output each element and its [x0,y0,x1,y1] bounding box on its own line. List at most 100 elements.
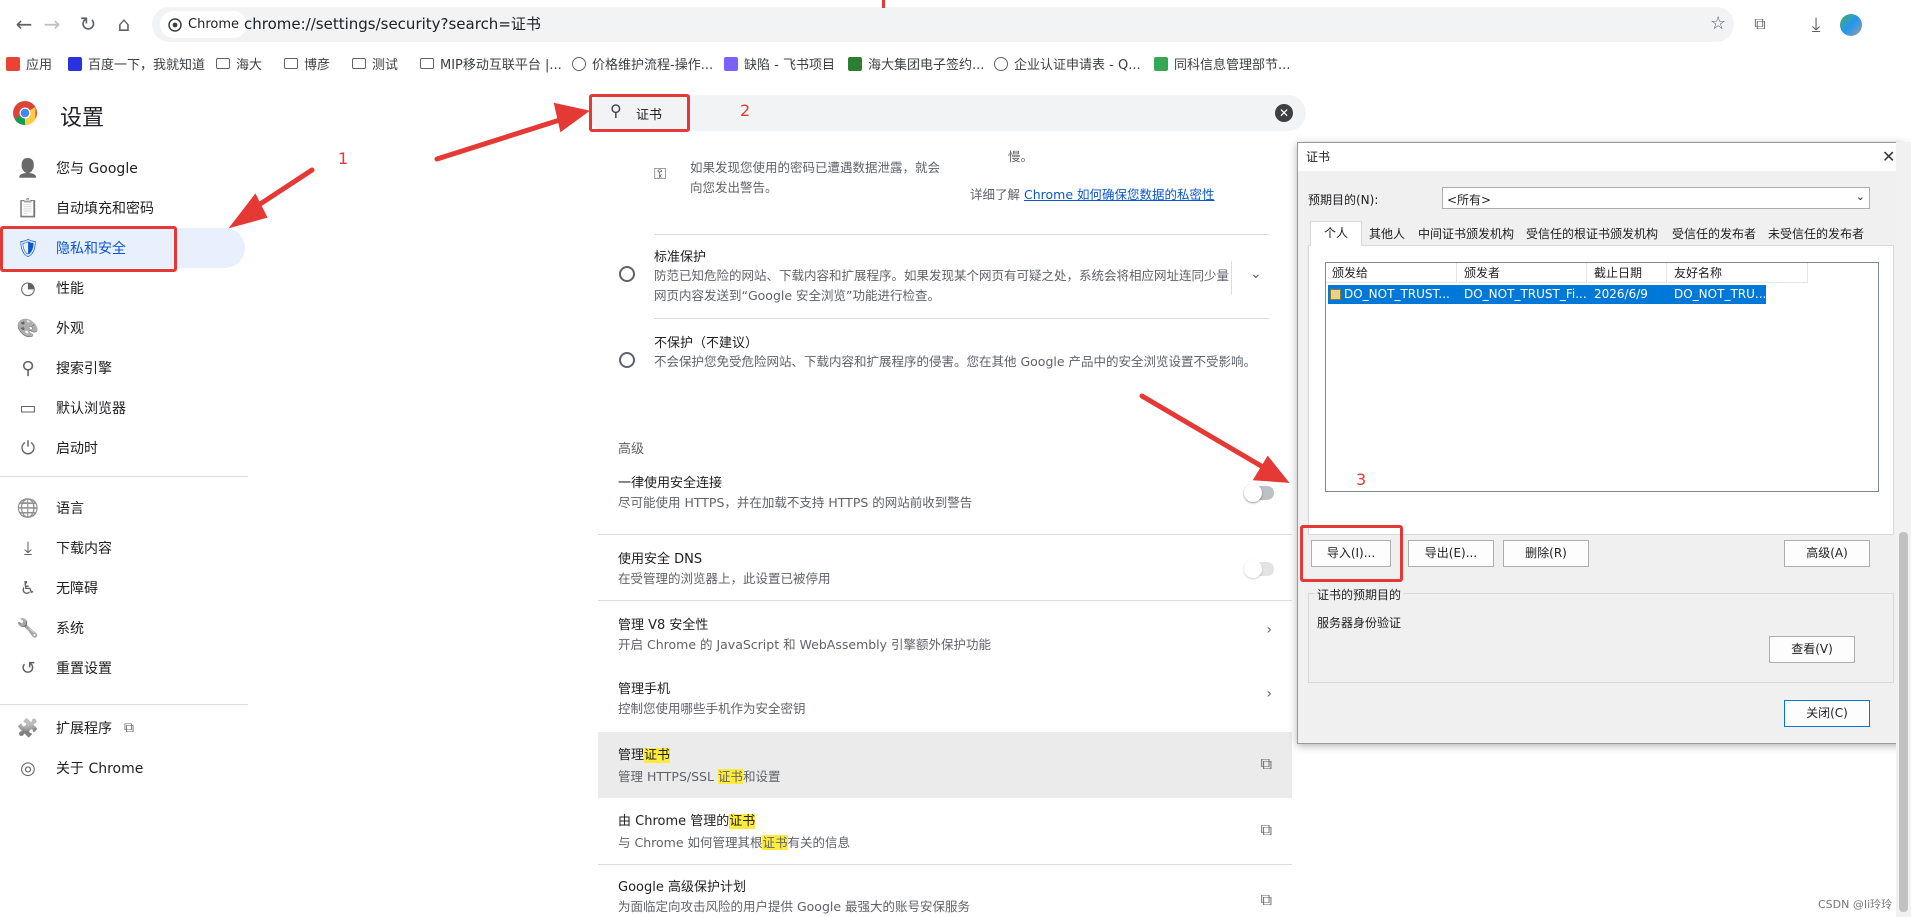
bookmark-item[interactable]: 应用 [6,54,52,73]
manage-phones-row[interactable]: 管理手机 控制您使用哪些手机作为安全密钥 › [598,678,1292,732]
view-button[interactable]: 查看(V) [1769,636,1855,663]
chrome-icon [994,56,1008,71]
external-link-icon[interactable]: ⧉ [1261,820,1272,840]
bookmarks-bar: 应用 百度一下，我就知道 海大 博彦 测试 MIP移动互联平台 |... 价格维护流程-操作… [0,48,1911,78]
bookmark-item[interactable]: 价格维护流程-操作... [572,54,713,73]
secure-dns-row[interactable]: 使用安全 DNS 在受管理的浏览器上，此设置已被停用 [598,548,1292,602]
address-bar[interactable]: Chrome chrome://settings/security?search… [152,7,1734,42]
purpose-select[interactable]: <所有> ⌄ [1442,187,1870,209]
https-desc: 尽可能使用 HTTPS，并在加载不支持 HTTPS 的网站前收到警告 [618,495,973,510]
puzzle-icon: 🧩 [16,717,40,739]
bookmark-item[interactable]: 同科信息管理部节... [1154,54,1290,73]
sidebar-item[interactable]: ⏻ 启动时 [0,428,245,468]
bookmark-item[interactable]: MIP移动互联平台 |... [420,54,562,73]
advanced-button[interactable]: 高级(A) [1784,540,1870,567]
annotation-box-import [1300,525,1403,582]
column-header[interactable]: 截止日期 [1588,263,1667,283]
back-icon[interactable]: ← [10,10,38,38]
person-icon: 👤 [16,157,40,179]
gapp-desc: 为面临定向攻击风险的用户提供 Google 最强大的账号安保服务 [618,899,971,914]
bookmark-item[interactable]: 博彦 [284,54,330,73]
url-text[interactable]: chrome://settings/security?search=证书 [244,7,541,42]
bookmark-item[interactable]: 缺陷 - 飞书项目 [724,54,835,73]
chromecert-title-highlight: 证书 [729,814,756,829]
extensions-puzzle-icon[interactable]: ⧉ [1746,10,1774,38]
sidebar-item[interactable]: 🧩 扩展程序 ⧉ [0,708,245,748]
external-link-icon[interactable]: ⧉ [1261,890,1272,910]
column-header[interactable]: 友好名称 [1668,263,1808,283]
purpose-value: <所有> [1447,193,1492,207]
sidebar-item-label: 无障碍 [56,581,98,597]
column-header[interactable]: 颁发者 [1458,263,1587,283]
chrome-logo-icon [13,101,37,125]
sidebar-item[interactable]: 📋 自动填充和密码 [0,188,245,228]
chrome-certificates-row[interactable]: 由 Chrome 管理的证书 与 Chrome 如何管理其根证书有关的信息 ⧉ [598,798,1292,864]
settings-search[interactable]: ⚲ 证书 ✕ [588,95,1306,131]
no-protection-radio[interactable] [619,352,635,368]
chevron-down-icon[interactable]: ⌄ [1250,266,1262,282]
profile-avatar[interactable] [1840,14,1862,36]
sidebar-item[interactable]: ⚲ 搜索引擎 [0,348,245,388]
sidebar-item[interactable]: 👤 您与 Google [0,148,245,188]
close-button[interactable]: 关闭(C) [1784,700,1870,727]
bookmark-item[interactable]: 百度一下，我就知道 [68,54,205,73]
sidebar-item[interactable]: ◔ 性能 [0,268,245,308]
dialog-tab[interactable]: 受信任的发布者 [1664,223,1764,245]
sidebar-item[interactable]: ▭ 默认浏览器 [0,388,245,428]
learn-more-line: 详细了解 Chrome 如何确保您数据的私密性 [970,184,1215,203]
site-chip[interactable]: Chrome [160,11,247,38]
sidebar-item[interactable]: ⤓ 下载内容 [0,528,245,568]
always-https-row[interactable]: 一律使用安全连接 尽可能使用 HTTPS，并在加载不支持 HTTPS 的网站前收… [598,472,1292,526]
dialog-tab[interactable]: 其他人 [1362,223,1412,245]
sidebar-divider [0,476,248,477]
bookmark-item[interactable]: 测试 [352,54,398,73]
sidebar-item-label: 自动填充和密码 [56,201,154,217]
external-link-icon[interactable]: ⧉ [1261,754,1272,774]
table-cell: DO_NOT_TRUST_Fi... [1464,287,1587,301]
dialog-title: 证书 [1298,143,1904,171]
advanced-protection-row[interactable]: Google 高级保护计划 为面临定向攻击风险的用户提供 Google 最强大的… [598,864,1292,917]
export-button[interactable]: 导出(E)... [1408,540,1494,567]
standard-protection-radio[interactable] [619,266,635,282]
remove-button[interactable]: 删除(R) [1503,540,1589,567]
home-icon[interactable]: ⌂ [110,10,138,38]
table-row[interactable]: DO_NOT_TRUST... DO_NOT_TRUST_Fi... 2026/6/… [1328,285,1766,304]
dialog-tab[interactable]: 中间证书颁发机构 [1412,223,1520,245]
cert-desc-suffix: 和设置 [742,769,781,784]
star-icon[interactable]: ☆ [1710,13,1726,34]
sidebar-item[interactable]: 🔧 系统 [0,608,245,648]
v8-security-row[interactable]: 管理 V8 安全性 开启 Chrome 的 JavaScript 和 WebAs… [598,614,1292,668]
dialog-tab[interactable]: 受信任的根证书颁发机构 [1520,223,1664,245]
forward-icon[interactable]: → [38,10,66,38]
tab-panel: 颁发给 颁发者 截止日期 友好名称 DO_NOT_TRUST... DO_NOT_TRU… [1308,245,1894,535]
table-cell: DO_NOT_TRUST... [1344,287,1450,301]
bookmark-label: MIP移动互联平台 |... [440,58,562,73]
dialog-tab[interactable]: 未受信任的发布者 [1764,223,1868,245]
sidebar-item[interactable]: ♿ 无障碍 [0,568,245,608]
cert-desc: 管理 HTTPS/SSL 证书和设置 [618,766,780,785]
https-toggle[interactable] [1244,484,1274,502]
watermark: CSDN @Ii玲玲 [1818,898,1893,911]
learn-more-link[interactable]: Chrome 如何确保您数据的私密性 [1024,187,1215,202]
sidebar-item[interactable]: ◎ 关于 Chrome [0,748,245,788]
manage-certificates-row[interactable]: 管理证书 管理 HTTPS/SSL 证书和设置 ⧉ [598,732,1292,798]
sidebar-item[interactable]: 🌐 语言 [0,488,245,528]
clipboard-icon: 📋 [16,197,40,219]
sidebar-item[interactable]: ↺ 重置设置 [0,648,245,688]
certificates-dialog: 证书 ✕ 预期目的(N): <所有> ⌄ 颁发给 颁发者 截止日期 友好名称 DO_N… [1297,142,1905,744]
dialog-tab[interactable]: 个人 [1310,221,1362,246]
close-icon[interactable]: ✕ [1882,147,1895,166]
sidebar-item[interactable]: 🎨 外观 [0,308,245,348]
bookmark-item[interactable]: 海大 [216,54,262,73]
reload-icon[interactable]: ↻ [74,10,102,38]
bookmark-item[interactable]: 海大集团电子签约... [848,54,984,73]
clear-search-icon[interactable]: ✕ [1275,104,1293,122]
download-icon[interactable]: ⤓ [1802,10,1830,38]
bookmark-item[interactable]: 企业认证申请表 - Q... [994,54,1141,73]
column-header[interactable]: 颁发给 [1326,263,1457,283]
settings-main: ⚿ 如果发现您使用的密码已遭遇数据泄露，就会向您发出警告。 慢。 详细了解 Ch… [598,142,1292,917]
bookmark-label: 测试 [372,58,399,73]
search-icon: ⚲ [21,357,35,379]
scrollbar-thumb[interactable] [1899,532,1908,912]
chrome-icon: ◎ [20,757,36,779]
